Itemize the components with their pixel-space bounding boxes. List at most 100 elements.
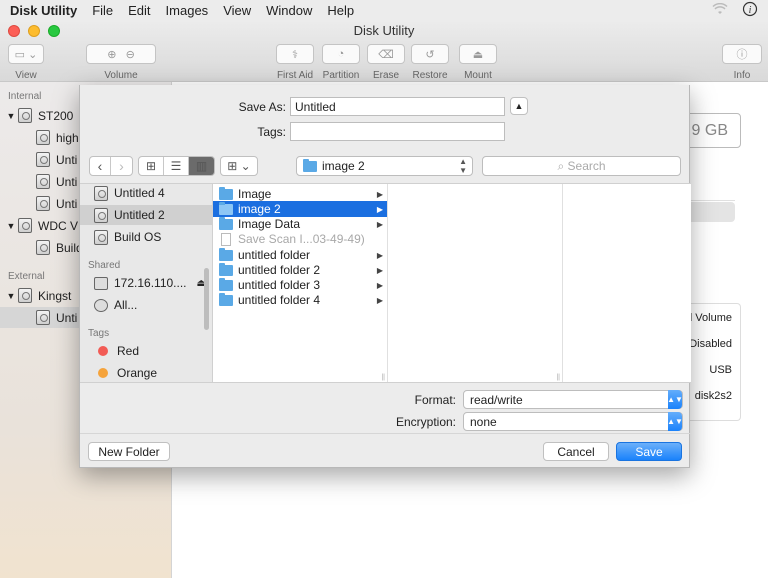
file-row[interactable]: untitled folder ▶ — [213, 247, 387, 263]
chevron-up-icon: ▲ — [514, 101, 524, 111]
tags-field[interactable] — [290, 122, 505, 141]
info-group: ⓘ Info — [722, 44, 762, 81]
tag-red[interactable]: Red — [94, 341, 202, 361]
mount-button[interactable]: ⏏ — [459, 44, 497, 64]
mount-icon: ⏏ — [472, 48, 484, 61]
partition-icon: ◔ — [337, 48, 345, 60]
menu-edit[interactable]: Edit — [128, 3, 150, 18]
folder-icon — [219, 277, 233, 291]
footer-divider — [80, 433, 691, 434]
search-placeholder: Search — [567, 159, 606, 173]
format-popup[interactable]: read/write ▲▼ — [463, 390, 683, 409]
file-column-2: || — [388, 184, 563, 382]
partition-group: ◔ Partition — [322, 44, 360, 81]
tags-header: Tags — [88, 328, 110, 339]
save-button[interactable]: Save — [616, 442, 682, 461]
tags-label: Tags: — [257, 125, 286, 139]
list-view-button[interactable]: ☰ — [164, 157, 189, 175]
file-row-disabled: Save Scan I...03-49-49) — [213, 231, 387, 247]
arrange-button[interactable]: ⊞ ⌄ — [221, 157, 257, 175]
menu-view[interactable]: View — [223, 3, 251, 18]
cancel-button[interactable]: Cancel — [543, 442, 609, 461]
disclosure-triangle-icon[interactable]: ▼ — [4, 111, 18, 121]
volume-button[interactable]: ⊕ ⊖ — [86, 44, 156, 64]
volume-icon — [36, 310, 50, 325]
sidebar-item-untitled-2[interactable]: Untitled 2 — [80, 205, 212, 225]
sidebar-external-header: External — [8, 271, 45, 282]
menu-app-name[interactable]: Disk Utility — [10, 3, 77, 18]
info-button[interactable]: ⓘ — [722, 44, 762, 64]
location-popup[interactable]: image 2 ▲ ▼ — [296, 156, 473, 176]
shared-item-server[interactable]: 172.16.110.... ⏏ — [94, 273, 206, 293]
chevron-right-icon: ▶ — [376, 295, 383, 305]
folder-icon — [219, 201, 233, 215]
search-field[interactable]: ⌕ Search — [482, 156, 681, 176]
restore-button[interactable]: ↺ — [411, 44, 449, 64]
folder-icon — [303, 158, 317, 172]
folder-icon — [219, 292, 233, 306]
erase-button[interactable]: ⌫ — [367, 44, 405, 64]
column-resize-handle[interactable]: || — [553, 374, 563, 381]
folder-icon — [219, 216, 233, 230]
file-row-selected[interactable]: image 2 ▶ — [213, 201, 387, 217]
collapse-button[interactable]: ▲ — [510, 97, 528, 115]
red-tag-dot-icon — [98, 346, 108, 356]
first-aid-button[interactable]: ⚕ — [276, 44, 314, 64]
volume-add-icon: ⊕ ⊖ — [107, 48, 135, 61]
column-view-button[interactable]: ▥ — [189, 157, 214, 175]
window-title: Disk Utility — [353, 23, 415, 38]
view-button[interactable]: ▭ ⌄ — [8, 44, 44, 64]
encryption-popup[interactable]: none ▲▼ — [463, 412, 683, 431]
monitor-icon — [94, 276, 108, 290]
sidebar-item-build-os[interactable]: Build OS — [94, 227, 202, 247]
volume-icon — [94, 207, 108, 223]
chevron-right-icon: ▶ — [376, 265, 383, 275]
menu-images[interactable]: Images — [166, 3, 209, 18]
icon-view-button[interactable]: ⊞ — [139, 157, 164, 175]
shared-item-all[interactable]: All... — [94, 295, 202, 315]
file-column-1: Image ▶ image 2 ▶ Image Data ▶ Save Scan I.… — [213, 184, 388, 382]
hard-disk-icon — [18, 218, 32, 233]
save-as-field[interactable]: Untitled — [290, 97, 505, 116]
column-resize-handle[interactable]: || — [378, 374, 388, 381]
back-button[interactable]: ‹ — [90, 157, 111, 175]
wifi-icon[interactable] — [712, 2, 728, 18]
folder-icon — [219, 186, 233, 200]
tag-orange[interactable]: Orange — [94, 363, 202, 382]
network-globe-icon — [94, 298, 108, 312]
forward-button[interactable]: › — [111, 157, 132, 175]
partition-label: Partition — [322, 70, 360, 81]
volume-icon — [36, 240, 50, 255]
file-row[interactable]: untitled folder 4 ▶ — [213, 292, 387, 308]
view-label: View — [15, 70, 37, 81]
menu-help[interactable]: Help — [327, 3, 354, 18]
erase-label: Erase — [372, 70, 400, 81]
volume-icon — [36, 174, 50, 189]
menu-file[interactable]: File — [92, 3, 113, 18]
volume-icon — [94, 185, 108, 201]
mount-label: Mount — [464, 70, 492, 81]
file-row[interactable]: untitled folder 3 ▶ — [213, 277, 387, 293]
menu-window[interactable]: Window — [266, 3, 312, 18]
erase-icon: ⌫ — [378, 48, 394, 61]
sidebar-internal-header: Internal — [8, 91, 42, 102]
info-icon: ⓘ — [736, 49, 748, 61]
partition-button[interactable]: ◔ — [322, 44, 360, 64]
first-aid-label: First Aid — [276, 70, 314, 81]
file-row[interactable]: Image Data ▶ — [213, 216, 387, 232]
sidebar-scrollbar[interactable] — [204, 268, 209, 330]
disclosure-triangle-icon[interactable]: ▼ — [4, 221, 18, 231]
view-mode-buttons: ⊞ ☰ ▥ — [138, 156, 215, 176]
info-menu-icon[interactable]: i — [742, 1, 758, 20]
file-column-3 — [563, 184, 691, 382]
sidebar-item-untitled-4[interactable]: Untitled 4 — [94, 184, 202, 203]
disclosure-triangle-icon[interactable]: ▼ — [4, 291, 18, 301]
file-row[interactable]: untitled folder 2 ▶ — [213, 262, 387, 278]
orange-tag-dot-icon — [98, 368, 108, 378]
sidebar-item-label: high — [56, 130, 79, 145]
new-folder-button[interactable]: New Folder — [88, 442, 170, 461]
save-dialog: Save As: Untitled ▲ Tags: ‹ › ⊞ ☰ ▥ ⊞ ⌄ … — [79, 85, 691, 468]
folder-icon — [219, 262, 233, 276]
file-row[interactable]: Image ▶ — [213, 186, 387, 202]
sidebar-item-label: Unti — [56, 152, 78, 167]
